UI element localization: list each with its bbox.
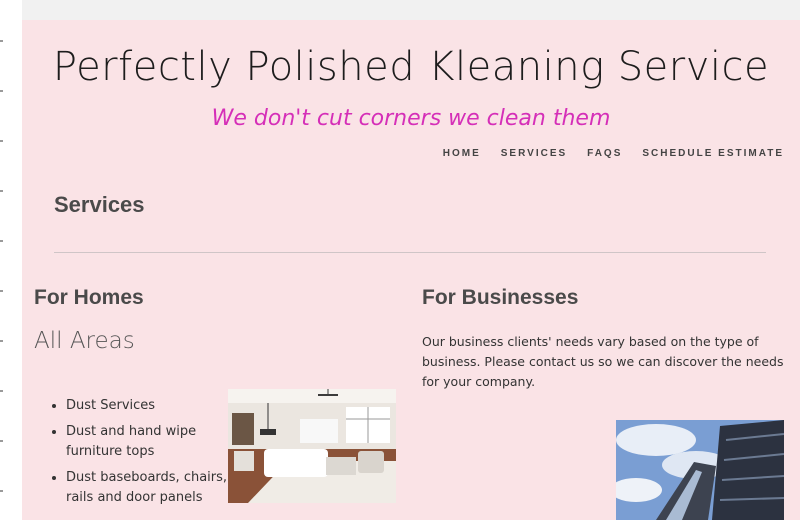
nav-home[interactable]: HOME <box>443 148 481 159</box>
nav-faqs[interactable]: FAQS <box>587 148 622 159</box>
office-building-photo <box>616 420 784 520</box>
list-item: Dust and hand wipe furniture tops <box>66 422 231 462</box>
site-tagline: We don't cut corners we clean them <box>211 106 611 131</box>
businesses-description: Our business clients' needs vary based o… <box>422 334 784 389</box>
services-list: Dust Services Dust and hand wipe furnitu… <box>48 396 231 514</box>
window-edge <box>0 0 22 520</box>
nav-schedule-estimate[interactable]: SCHEDULE ESTIMATE <box>642 148 784 159</box>
businesses-section: For Businesses Our business clients' nee… <box>422 286 792 392</box>
page-title: Services <box>54 192 145 217</box>
businesses-title: For Businesses <box>422 286 579 309</box>
divider <box>54 252 766 253</box>
homes-section: For Homes All Areas Dust Services Dust a… <box>34 286 404 505</box>
living-room-photo <box>228 389 396 503</box>
site-title: Perfectly Polished Kleaning Service <box>52 44 770 90</box>
homes-subtitle: All Areas <box>34 328 135 354</box>
list-item: Dust baseboards, chairs, rails and door … <box>66 468 231 508</box>
list-item: Dust Services <box>66 396 231 416</box>
homes-title: For Homes <box>34 286 144 309</box>
page-content: Perfectly Polished Kleaning Service We d… <box>22 20 800 520</box>
main-nav: HOME SERVICES FAQS SCHEDULE ESTIMATE <box>443 148 784 159</box>
nav-services[interactable]: SERVICES <box>501 148 567 159</box>
